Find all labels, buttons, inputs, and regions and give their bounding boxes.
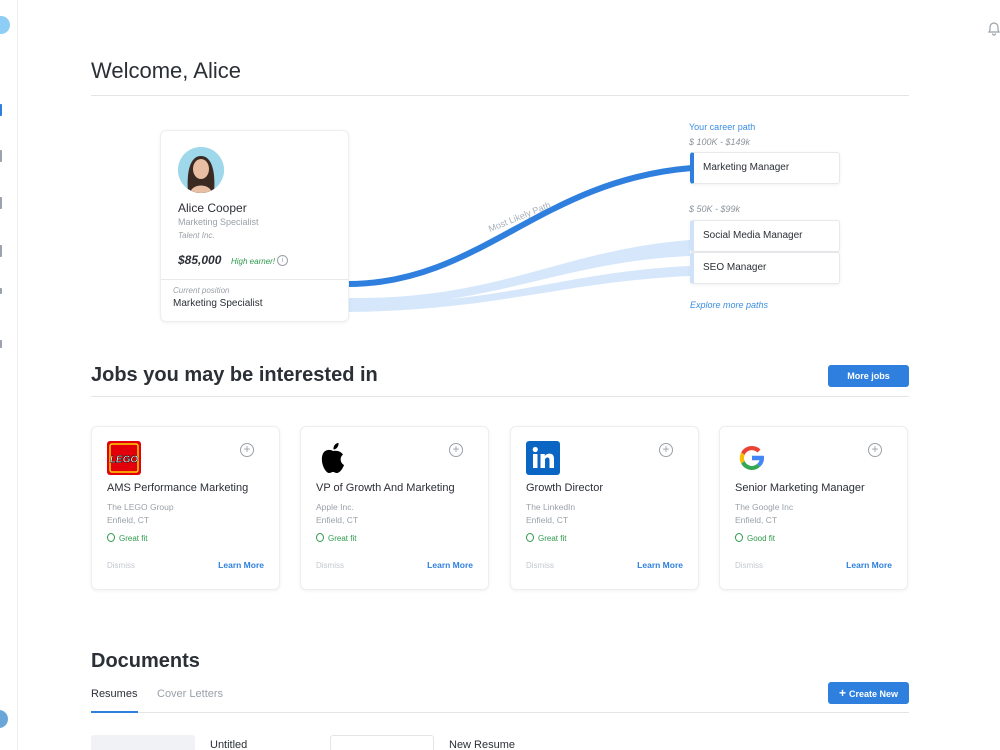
current-position-box: Current position Marketing Specialist: [161, 279, 348, 321]
page-title: Welcome, Alice: [91, 58, 241, 83]
document-name[interactable]: Untitled: [210, 739, 247, 750]
path-role-seo-manager[interactable]: SEO Manager: [690, 252, 840, 284]
lego-logo-icon: LEGO: [107, 441, 141, 475]
salary-range-upper: $ 100K - $149k: [689, 137, 751, 147]
job-fit-badge: Great fit: [316, 533, 356, 543]
learn-more-button[interactable]: Learn More: [846, 560, 892, 570]
jobs-section-title: Jobs you may be interested in: [91, 364, 378, 386]
job-location: Enfield, CT: [526, 515, 569, 525]
google-logo-icon: [739, 445, 764, 471]
learn-more-button[interactable]: Learn More: [637, 560, 683, 570]
job-company: The Google Inc: [735, 502, 794, 512]
most-likely-path-label: Most Likely Path: [487, 200, 552, 234]
dismiss-button[interactable]: Dismiss: [735, 561, 763, 570]
path-band-social-media: [348, 240, 690, 308]
job-location: Enfield, CT: [735, 515, 778, 525]
medal-icon: [735, 533, 743, 542]
salary-range-lower: $ 50K - $99k: [689, 204, 741, 214]
job-location: Enfield, CT: [107, 515, 150, 525]
dismiss-button[interactable]: Dismiss: [316, 561, 344, 570]
job-card[interactable]: + Senior Marketing Manager The Google In…: [719, 426, 908, 590]
divider: [91, 712, 909, 713]
nav-home-icon[interactable]: [0, 104, 2, 116]
dismiss-button[interactable]: Dismiss: [107, 561, 135, 570]
current-position-label: Current position: [173, 286, 230, 295]
document-thumbnail[interactable]: [91, 735, 195, 750]
linkedin-logo-icon: [526, 441, 560, 475]
profile-card: Alice Cooper Marketing Specialist Talent…: [160, 130, 349, 322]
nav-jobs-icon[interactable]: [0, 197, 2, 209]
profile-company: Talent Inc.: [178, 231, 215, 240]
add-job-icon[interactable]: +: [659, 443, 673, 457]
tab-resumes[interactable]: Resumes: [91, 688, 137, 700]
job-fit-badge: Great fit: [107, 533, 147, 543]
dismiss-button[interactable]: Dismiss: [526, 561, 554, 570]
path-role-marketing-manager[interactable]: Marketing Manager: [690, 152, 840, 184]
job-company: Apple Inc.: [316, 502, 354, 512]
job-fit-badge: Great fit: [526, 533, 566, 543]
job-fit-badge: Good fit: [735, 533, 775, 543]
documents-section-title: Documents: [91, 650, 200, 672]
add-job-icon[interactable]: +: [868, 443, 882, 457]
add-job-icon[interactable]: +: [449, 443, 463, 457]
app-logo[interactable]: [0, 16, 10, 34]
divider: [91, 95, 909, 96]
document-thumbnail[interactable]: [330, 735, 434, 750]
profile-name: Alice Cooper: [178, 201, 247, 215]
document-name[interactable]: New Resume: [449, 739, 515, 750]
job-title[interactable]: Growth Director: [526, 482, 698, 494]
learn-more-button[interactable]: Learn More: [218, 560, 264, 570]
job-company: The LinkedIn: [526, 502, 576, 512]
create-new-button[interactable]: + Create New: [828, 682, 909, 704]
medal-icon: [526, 533, 534, 542]
current-position-value: Marketing Specialist: [173, 298, 263, 309]
job-company: The LEGO Group: [107, 502, 174, 512]
divider: [91, 396, 909, 397]
job-card[interactable]: LEGO + AMS Performance Marketing The LEG…: [91, 426, 280, 590]
side-navigation: [0, 0, 18, 750]
job-location: Enfield, CT: [316, 515, 359, 525]
career-path-heading: Your career path: [689, 122, 756, 132]
info-icon[interactable]: i: [277, 255, 288, 266]
nav-share-icon[interactable]: [0, 288, 2, 294]
plus-icon: +: [838, 686, 846, 700]
user-avatar[interactable]: [0, 710, 8, 728]
active-tab-indicator: [91, 711, 138, 713]
salary-badge: High earner!: [231, 257, 276, 266]
explore-paths-link[interactable]: Explore more paths: [690, 300, 768, 310]
svg-text:LEGO: LEGO: [110, 455, 139, 466]
path-band-seo: [348, 266, 690, 312]
path-line-most-likely: [347, 165, 693, 287]
nav-lock-icon[interactable]: [0, 340, 2, 348]
nav-search-icon[interactable]: [0, 245, 2, 257]
profile-photo[interactable]: [178, 147, 224, 193]
medal-icon: [107, 533, 115, 542]
profile-title: Marketing Specialist: [178, 217, 259, 227]
job-card[interactable]: + Growth Director The LinkedIn Enfield, …: [510, 426, 699, 590]
job-title[interactable]: Senior Marketing Manager: [735, 482, 907, 494]
bell-icon[interactable]: [986, 20, 1000, 36]
profile-salary: $85,000: [178, 253, 222, 267]
learn-more-button[interactable]: Learn More: [427, 560, 473, 570]
more-jobs-button[interactable]: More jobs: [828, 365, 909, 387]
job-title[interactable]: AMS Performance Marketing: [107, 482, 279, 494]
medal-icon: [316, 533, 324, 542]
nav-documents-icon[interactable]: [0, 150, 2, 162]
job-card[interactable]: + VP of Growth And Marketing Apple Inc. …: [300, 426, 489, 590]
path-role-social-media-manager[interactable]: Social Media Manager: [690, 220, 840, 252]
apple-logo-icon: [321, 443, 344, 473]
job-title[interactable]: VP of Growth And Marketing: [316, 482, 488, 494]
tab-cover-letters[interactable]: Cover Letters: [157, 688, 223, 700]
add-job-icon[interactable]: +: [240, 443, 254, 457]
